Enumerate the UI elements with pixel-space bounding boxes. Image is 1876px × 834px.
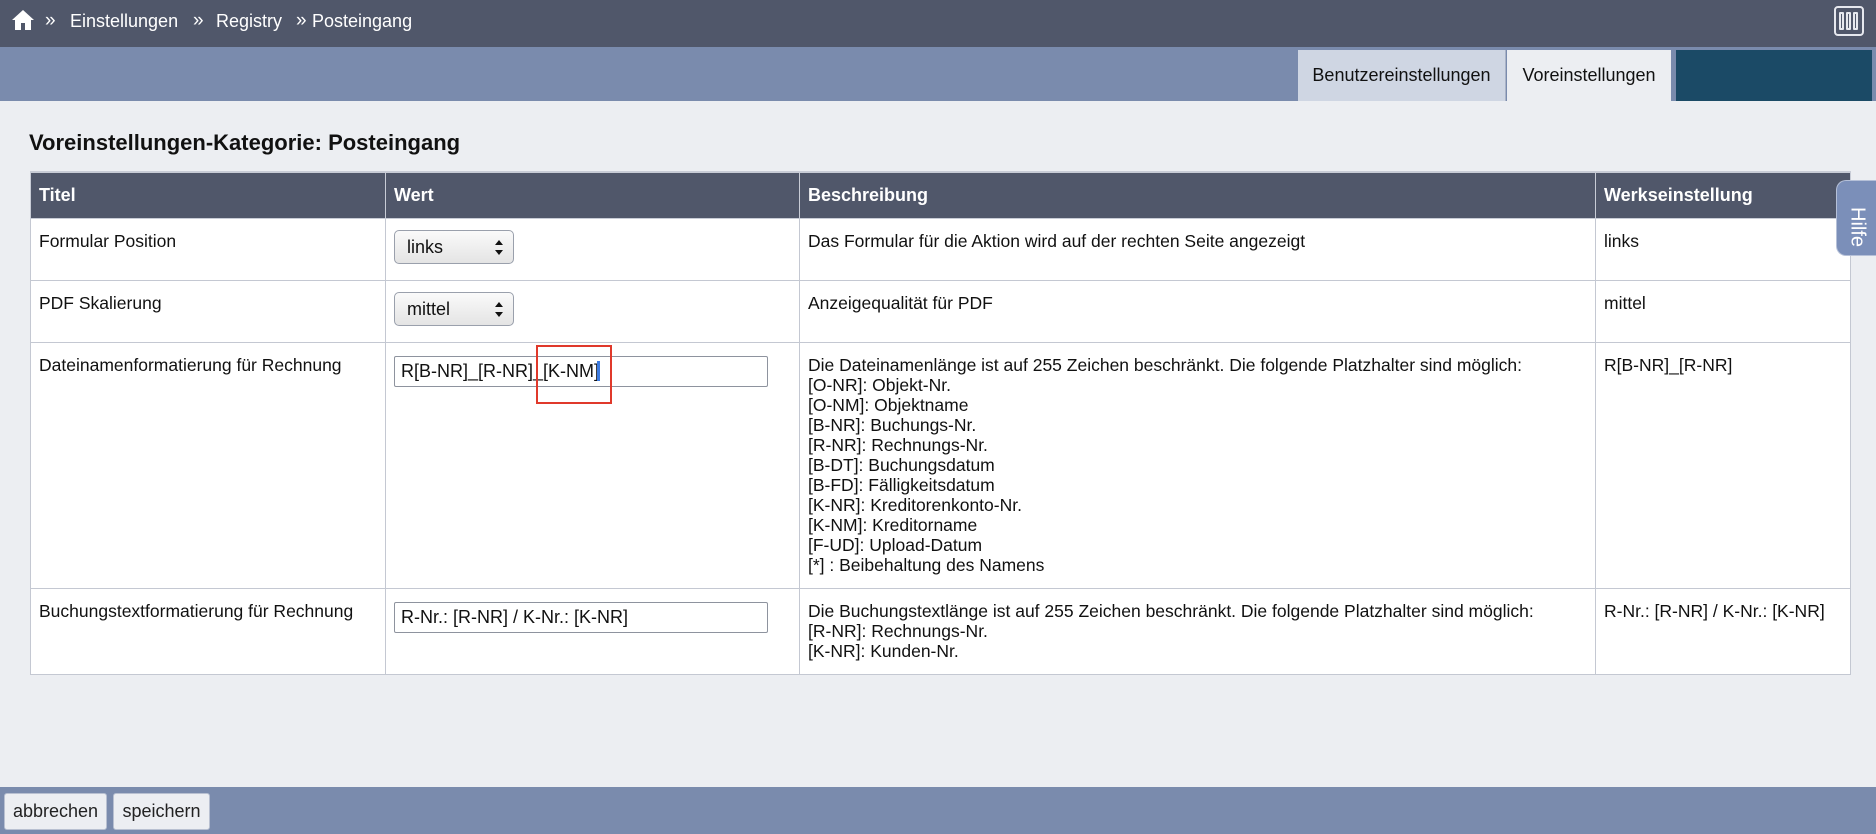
row-default: R[B-NR]_[R-NR]: [1595, 341, 1851, 589]
row-value-cell: [385, 341, 800, 589]
row-description: Die Dateinamenlänge ist auf 255 Zeichen …: [799, 341, 1596, 589]
description-line: [K-NM]: Kreditorname: [808, 514, 978, 535]
row-description: Anzeigequalität für PDF: [799, 279, 1596, 343]
description-line: [K-NR]: Kreditorenkonto-Nr.: [808, 494, 1022, 515]
home-icon[interactable]: [11, 9, 35, 31]
help-tab[interactable]: Hilfe: [1836, 180, 1876, 256]
breadcrumb-separator: »: [193, 10, 204, 31]
pdf-skalierung-select[interactable]: mittel: [394, 291, 514, 326]
panel-toggle-icon[interactable]: [1834, 6, 1864, 36]
row-title: Buchungstextformatierung für Rechnung: [30, 587, 386, 675]
row-description: Das Formular für die Aktion wird auf der…: [799, 217, 1596, 281]
table-row: Dateinamenformatierung für Rechnung Die …: [30, 341, 1851, 589]
description-line: [O-NM]: Objektname: [808, 394, 969, 415]
select-arrows-icon: [495, 239, 503, 255]
text-cursor: [597, 360, 600, 381]
page-title: Voreinstellungen-Kategorie: Posteingang: [29, 130, 461, 155]
description-line: [K-NR]: Kunden-Nr.: [808, 640, 959, 661]
row-title: Dateinamenformatierung für Rechnung: [30, 341, 386, 589]
row-value-cell: links: [385, 217, 800, 281]
description-line: Die Dateinamenlänge ist auf 255 Zeichen …: [808, 354, 1523, 375]
description-line: [B-NR]: Buchungs-Nr.: [808, 414, 977, 435]
description-line: [*] : Beibehaltung des Namens: [808, 554, 1045, 575]
cancel-button[interactable]: abbrechen: [4, 793, 107, 830]
row-value-cell: [385, 587, 800, 675]
breadcrumb-einstellungen[interactable]: Einstellungen: [70, 11, 178, 32]
breadcrumb-separator: »: [45, 10, 56, 31]
description-line: [B-FD]: Fälligkeitsdatum: [808, 474, 995, 495]
tab-active-panel[interactable]: [1676, 50, 1872, 101]
table-row: Buchungstextformatierung für Rechnung Di…: [30, 587, 1851, 675]
buchungstext-format-input[interactable]: [394, 601, 768, 633]
footer-bar: abbrechen speichern: [0, 787, 1876, 834]
row-default: links: [1595, 217, 1851, 281]
table-row: Formular Position links Das Formular für…: [30, 217, 1851, 281]
table-row: PDF Skalierung mittel Anzeigequalität fü…: [30, 279, 1851, 343]
tab-voreinstellungen[interactable]: Voreinstellungen: [1507, 50, 1671, 101]
table-header-row: Titel Wert Beschreibung Werkseinstellung: [30, 171, 1851, 219]
row-value-cell: mittel: [385, 279, 800, 343]
column-header-werkseinstellung: Werkseinstellung: [1595, 171, 1851, 219]
description-line: Die Buchungstextlänge ist auf 255 Zeiche…: [808, 600, 1534, 621]
description-line: [O-NR]: Objekt-Nr.: [808, 374, 951, 395]
tab-bar: Benutzereinstellungen Voreinstellungen: [0, 47, 1876, 101]
save-button[interactable]: speichern: [113, 793, 210, 830]
description-line: [R-NR]: Rechnungs-Nr.: [808, 620, 988, 641]
tab-benutzereinstellungen[interactable]: Benutzereinstellungen: [1298, 50, 1506, 101]
row-default: mittel: [1595, 279, 1851, 343]
description-line: [B-DT]: Buchungsdatum: [808, 454, 995, 475]
dateiname-format-input[interactable]: [394, 355, 768, 387]
description-line: [F-UD]: Upload-Datum: [808, 534, 983, 555]
settings-table: Titel Wert Beschreibung Werkseinstellung…: [30, 171, 1851, 675]
description-line: [R-NR]: Rechnungs-Nr.: [808, 434, 988, 455]
column-header-wert: Wert: [385, 171, 800, 219]
breadcrumb-posteingang: Posteingang: [312, 11, 413, 31]
help-label: Hilfe: [1846, 207, 1869, 248]
column-header-beschreibung: Beschreibung: [799, 171, 1596, 219]
breadcrumb-registry[interactable]: Registry: [216, 11, 282, 32]
row-default: R-Nr.: [R-NR] / K-Nr.: [K-NR]: [1595, 587, 1851, 675]
column-header-titel: Titel: [30, 171, 386, 219]
row-title: PDF Skalierung: [30, 279, 386, 343]
row-description: Die Buchungstextlänge ist auf 255 Zeiche…: [799, 587, 1596, 675]
breadcrumb-separator: »: [296, 10, 307, 31]
formular-position-select[interactable]: links: [394, 229, 514, 264]
breadcrumb-bar: » Einstellungen » Registry » Posteingang: [0, 0, 1876, 47]
select-value: mittel: [407, 298, 451, 319]
row-title: Formular Position: [30, 217, 386, 281]
select-value: links: [407, 236, 444, 257]
select-arrows-icon: [495, 301, 503, 317]
